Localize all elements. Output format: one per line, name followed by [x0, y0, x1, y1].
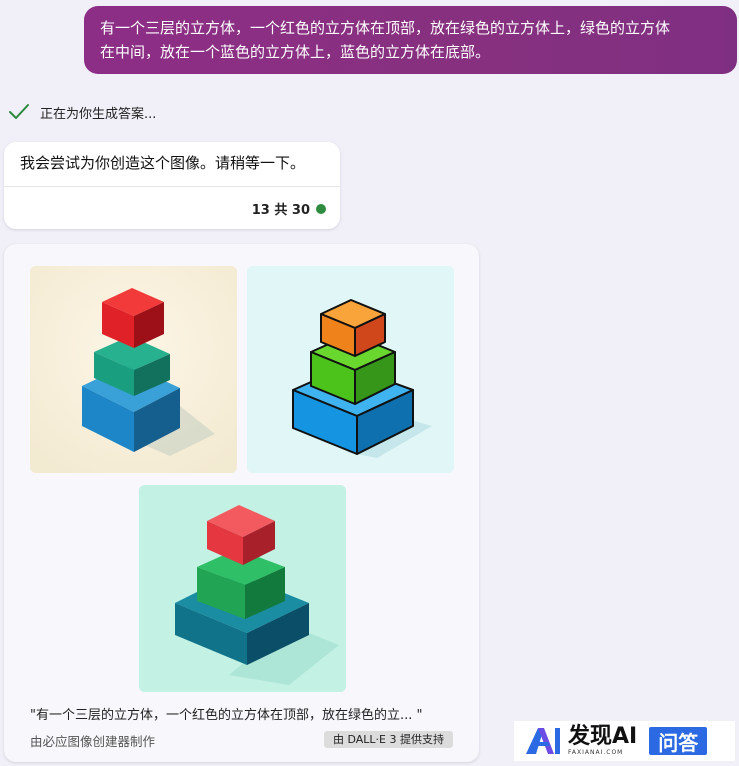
bot-message-text: 我会尝试为你创造这个图像。请稍等一下。	[20, 154, 306, 172]
watermark: 发现AI FAXIANAI.COM 问答	[514, 721, 735, 761]
status-dot-icon	[316, 203, 326, 214]
bot-message-card: 我会尝试为你创造这个图像。请稍等一下。 13 共 30	[4, 142, 340, 229]
generated-image-3[interactable]	[139, 485, 346, 692]
faxianai-logo-icon	[526, 728, 560, 754]
user-message-bubble: 有一个三层的立方体，一个红色的立方体在顶部，放在绿色的立方体上，绿色的立方体 在…	[84, 6, 737, 74]
watermark-brand-sub: FAXIANAI.COM	[568, 749, 624, 756]
user-message-line-1: 有一个三层的立方体，一个红色的立方体在顶部，放在绿色的立方体上，绿色的立方体	[100, 19, 671, 37]
dalle-badge[interactable]: 由 DALL·E 3 提供支持	[324, 731, 453, 748]
image-caption: "有一个三层的立方体，一个红色的立方体在顶部，放在绿色的立... "	[30, 708, 423, 723]
generated-image-2[interactable]	[247, 266, 454, 473]
creator-label: 由必应图像创建器制作	[30, 734, 156, 749]
checkmark-icon	[9, 104, 29, 119]
status-text: 正在为你生成答案...	[40, 106, 157, 122]
turn-counter-label: 13 共 30	[251, 203, 310, 218]
generated-image-1[interactable]	[30, 266, 237, 473]
watermark-tag: 问答	[649, 727, 708, 755]
generating-status: 正在为你生成答案...	[8, 101, 156, 123]
watermark-text: 发现AI FAXIANAI.COM	[568, 726, 637, 756]
divider	[4, 186, 340, 187]
turn-counter: 13 共 30	[252, 199, 326, 218]
user-message-line-2: 在中间，放在一个蓝色的立方体上，蓝色的立方体在底部。	[100, 43, 491, 61]
image-result-card: "有一个三层的立方体，一个红色的立方体在顶部，放在绿色的立... " 由必应图像…	[4, 244, 479, 762]
watermark-brand: 发现AI	[568, 724, 638, 749]
